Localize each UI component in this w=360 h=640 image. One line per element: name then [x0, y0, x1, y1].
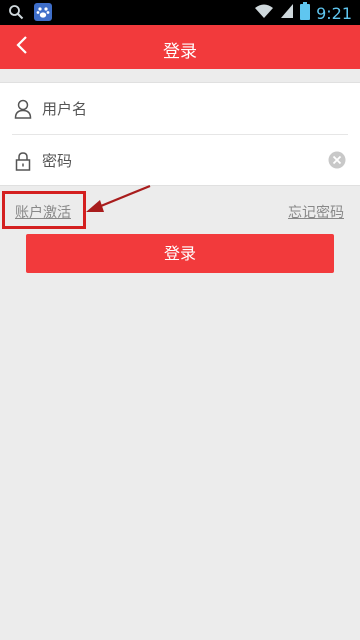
username-row [0, 83, 360, 135]
title-bar: 登录 [0, 25, 360, 69]
user-icon [13, 99, 33, 119]
forgot-password-link[interactable]: 忘记密码 [288, 202, 344, 222]
login-form [0, 82, 360, 186]
highlight-box [2, 191, 86, 229]
password-row [0, 135, 360, 187]
lock-icon [13, 151, 33, 171]
signal-icon [280, 3, 294, 23]
status-bar-right: 9:21 [254, 2, 352, 24]
search-icon [8, 4, 24, 24]
password-input[interactable] [42, 152, 282, 170]
status-bar-left [8, 3, 52, 25]
username-input[interactable] [42, 100, 282, 118]
page-title: 登录 [163, 42, 197, 62]
baidu-paw-icon [34, 3, 52, 25]
login-button[interactable]: 登录 [26, 234, 334, 273]
wifi-icon [254, 3, 274, 23]
arrow-annotation [86, 184, 151, 212]
battery-icon [300, 2, 311, 24]
clear-icon[interactable] [328, 151, 346, 169]
status-time: 9:21 [316, 3, 352, 23]
status-bar: 9:21 [0, 0, 360, 25]
